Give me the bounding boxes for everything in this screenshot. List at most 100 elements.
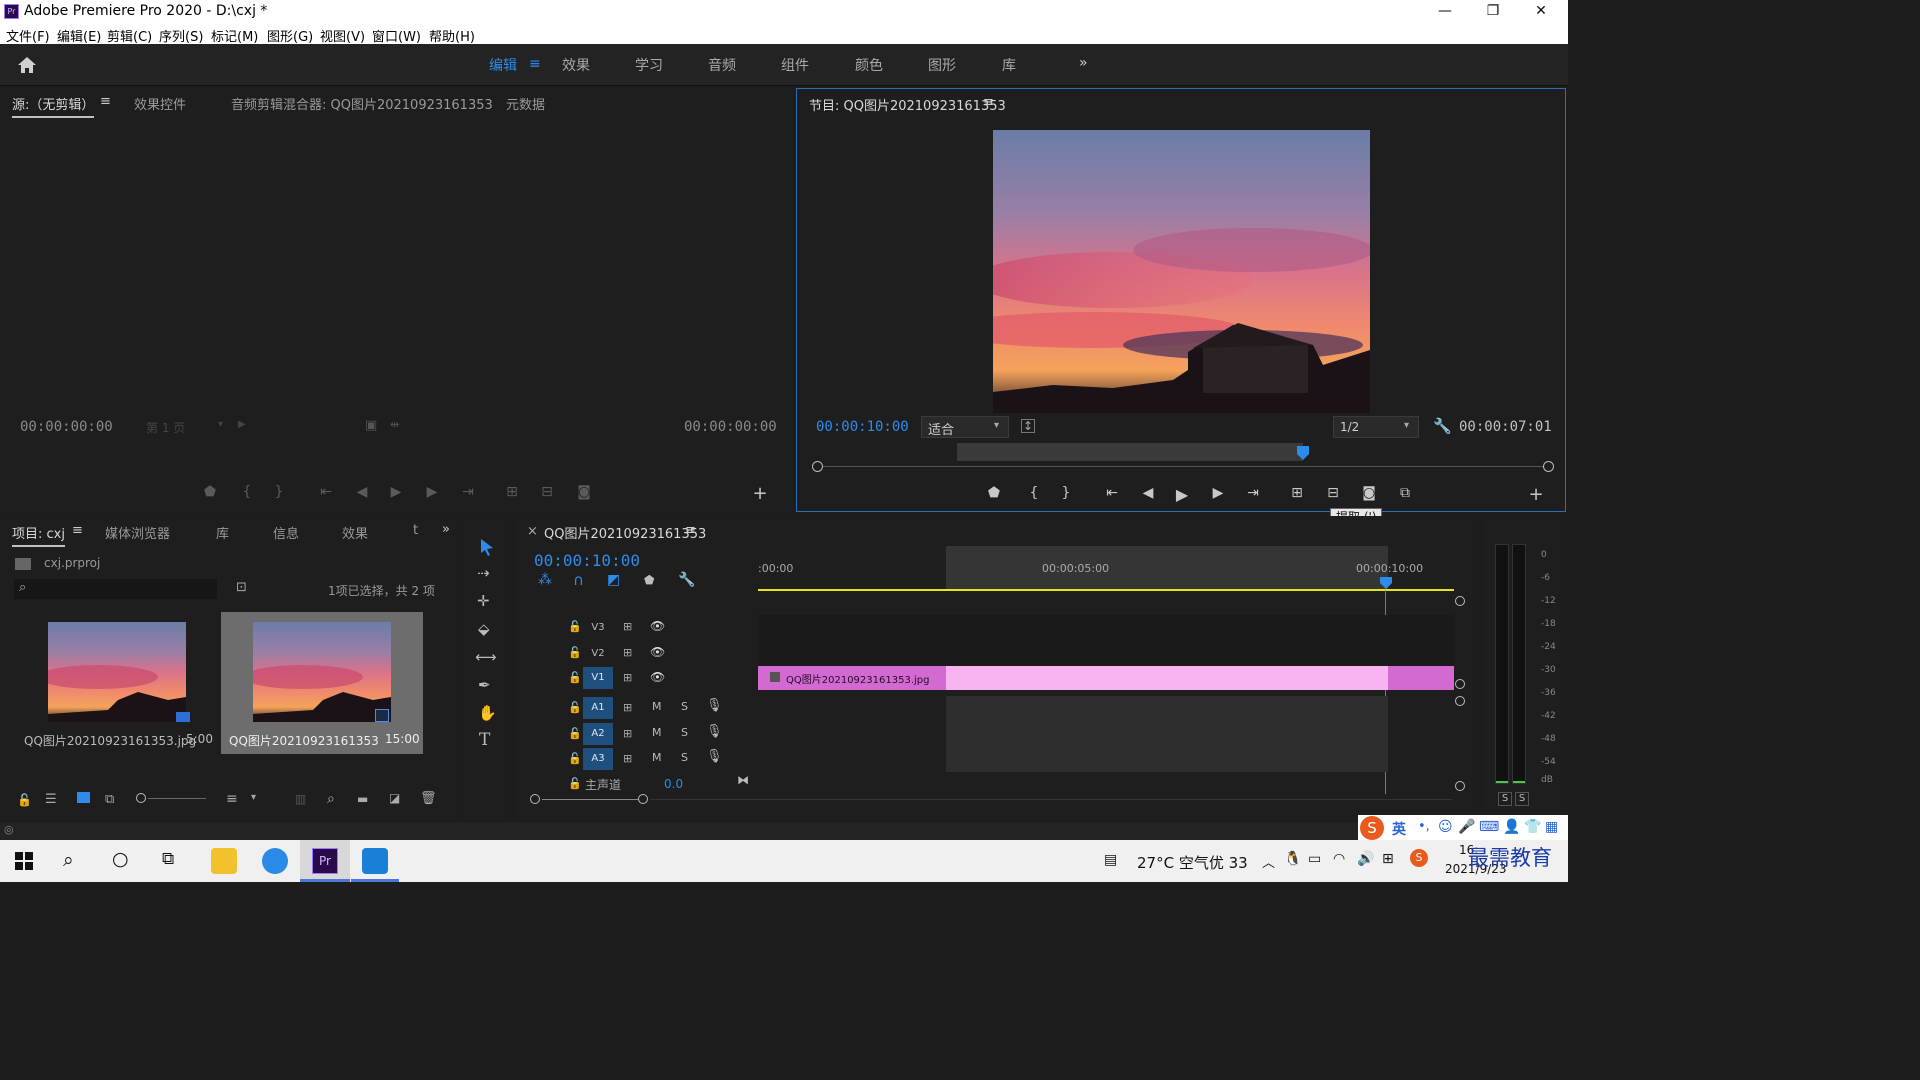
menu-view[interactable]: 视图(V)	[320, 26, 365, 45]
scrubber-start-handle[interactable]	[812, 461, 823, 472]
mute-a1-button[interactable]: M	[652, 700, 662, 713]
workspace-menu-icon[interactable]: ≡	[529, 56, 541, 72]
menu-file[interactable]: 文件(F)	[6, 26, 50, 45]
weather-icon[interactable]: ▤	[1104, 852, 1117, 868]
lock-a1-icon[interactable]: 🔓	[568, 701, 582, 714]
mute-a3-button[interactable]: M	[652, 751, 662, 764]
sort-icon[interactable]: ≡	[226, 791, 238, 807]
source-menu-icon[interactable]: ≡	[100, 94, 111, 109]
lock-v2-icon[interactable]: 🔓	[568, 646, 582, 659]
add-marker-icon[interactable]: ⬟	[983, 485, 1005, 501]
timeline-timecode[interactable]: 00:00:10:00	[534, 551, 640, 570]
more-tabs-icon[interactable]: »	[442, 522, 450, 537]
mic-a1-icon[interactable]: 🎙	[706, 698, 723, 713]
new-search-bin-icon[interactable]: ⊡	[236, 580, 247, 595]
tab-program[interactable]: 节目: QQ图片20210923161353	[809, 95, 1006, 114]
minimize-icon[interactable]: —	[1422, 0, 1468, 23]
tab-truncated[interactable]: t	[413, 523, 418, 538]
master-collapse-icon[interactable]: ⧓	[737, 773, 749, 787]
type-tool-icon[interactable]: T	[479, 730, 490, 750]
workspace-libraries[interactable]: 库	[1002, 55, 1016, 75]
clip-v1[interactable]: QQ图片20210923161353.jpg	[758, 666, 1454, 690]
eye-v2-icon[interactable]: 👁	[650, 645, 665, 659]
sync-lock-a3-icon[interactable]: ⊞	[623, 752, 632, 765]
comparison-view-icon[interactable]: ⧉	[1394, 485, 1416, 501]
workspace-assembly[interactable]: 组件	[781, 55, 809, 75]
add-button-icon[interactable]: +	[1525, 484, 1547, 505]
project-item-image[interactable]: QQ图片20210923161353.jpg 5:00	[16, 612, 218, 754]
ime-taskbar-icon[interactable]: ⊞	[1382, 851, 1394, 867]
tab-libraries[interactable]: 库	[216, 523, 229, 542]
marker-icon[interactable]: ⬟	[199, 484, 221, 500]
drag-video-icon[interactable]: ⇹	[390, 418, 399, 431]
track-v2[interactable]: V2	[583, 643, 613, 665]
step-forward-icon[interactable]: ▶	[421, 484, 443, 500]
workspace-effects[interactable]: 效果	[562, 55, 590, 75]
resolution-dropdown[interactable]: 1/2 ▾	[1333, 416, 1419, 438]
battery-icon[interactable]: ▭	[1308, 851, 1321, 867]
step-back-icon[interactable]: ◀	[351, 484, 373, 500]
play-icon[interactable]: ▶	[385, 484, 407, 500]
close-sequence-icon[interactable]: ×	[527, 524, 538, 539]
sogou-icon[interactable]: S	[1360, 816, 1384, 840]
sync-lock-v2-icon[interactable]: ⊞	[623, 646, 632, 659]
hzoom-bar[interactable]	[542, 799, 638, 800]
tab-media-browser[interactable]: 媒体浏览器	[105, 523, 170, 542]
scrubber-end-handle[interactable]	[1543, 461, 1554, 472]
playhead-icon[interactable]	[1297, 446, 1309, 460]
eye-v3-icon[interactable]: 👁	[650, 619, 665, 633]
new-item-icon[interactable]: ◪	[389, 791, 400, 805]
keyboard-icon[interactable]: ⌨	[1479, 819, 1499, 835]
track-v1[interactable]: V1	[583, 667, 613, 689]
wifi-icon[interactable]: ◠	[1333, 851, 1345, 867]
menu-help[interactable]: 帮助(H)	[429, 26, 475, 45]
mark-out-icon[interactable]: }	[1055, 485, 1077, 501]
trash-icon[interactable]: 🗑	[420, 791, 437, 806]
tab-effects[interactable]: 效果	[342, 523, 368, 542]
wrench-icon[interactable]: 🔧	[1433, 417, 1452, 435]
play-icon[interactable]: ▶	[1171, 485, 1193, 504]
windows-start-icon[interactable]	[15, 852, 33, 870]
step-forward-icon[interactable]: ▶	[1207, 485, 1229, 501]
ime-mode[interactable]: 英	[1392, 819, 1406, 839]
freeform-view-icon[interactable]: ⧉	[105, 792, 114, 807]
go-to-out-icon[interactable]: ⇥	[457, 484, 479, 500]
mark-in-icon[interactable]: {	[1023, 485, 1045, 501]
taskbar-phone-app[interactable]	[351, 840, 399, 882]
mark-out-icon[interactable]: }	[268, 484, 290, 500]
search-icon[interactable]: ⌕	[63, 849, 74, 871]
hand-tool-icon[interactable]: ✋	[478, 704, 497, 722]
go-to-in-icon[interactable]: ⇤	[1101, 485, 1123, 501]
sync-lock-v1-icon[interactable]: ⊞	[623, 671, 632, 684]
new-bin-icon[interactable]: ▬	[357, 792, 368, 806]
menu-sequence[interactable]: 序列(S)	[159, 26, 203, 45]
sync-lock-a1-icon[interactable]: ⊞	[623, 701, 632, 714]
settings-square-icon[interactable]: ▣	[365, 418, 377, 433]
task-view-icon[interactable]: ⧉	[162, 849, 174, 869]
razor-tool-icon[interactable]: ⬙	[478, 620, 490, 638]
pen-tool-icon[interactable]: ✒	[478, 676, 491, 694]
program-scrubber-track[interactable]	[817, 466, 1547, 467]
nest-icon[interactable]: ⁂	[538, 572, 552, 588]
solo-left-button[interactable]: S	[1498, 792, 1512, 806]
maximize-icon[interactable]: ❐	[1470, 0, 1516, 23]
safe-margins-icon[interactable]: ↕	[1021, 419, 1035, 433]
program-zoom-bar[interactable]	[957, 443, 1303, 461]
solo-a3-button[interactable]: S	[681, 751, 688, 764]
close-icon[interactable]: ✕	[1518, 0, 1564, 23]
menu-graphics[interactable]: 图形(G)	[267, 26, 313, 45]
lock-icon[interactable]: 🔓	[17, 793, 32, 807]
find-icon[interactable]: ⌕	[327, 791, 335, 807]
tab-audio-clip-mixer[interactable]: 音频剪辑混合器: QQ图片20210923161353	[231, 94, 493, 113]
home-icon[interactable]	[17, 56, 37, 74]
source-page-select[interactable]: 第 1 页	[146, 419, 185, 436]
user-icon[interactable]: 👤	[1503, 819, 1520, 835]
program-video-frame[interactable]	[993, 130, 1370, 413]
menu-window[interactable]: 窗口(W)	[372, 26, 421, 45]
volume-icon[interactable]: 🔊	[1357, 851, 1374, 867]
linked-selection-icon[interactable]: ◩	[607, 572, 620, 588]
tab-effect-controls[interactable]: 效果控件	[134, 94, 186, 113]
menu-clip[interactable]: 剪辑(C)	[107, 26, 152, 45]
azoom-handle-bottom[interactable]	[1455, 781, 1465, 791]
tab-project[interactable]: 项目: cxj	[12, 523, 65, 547]
